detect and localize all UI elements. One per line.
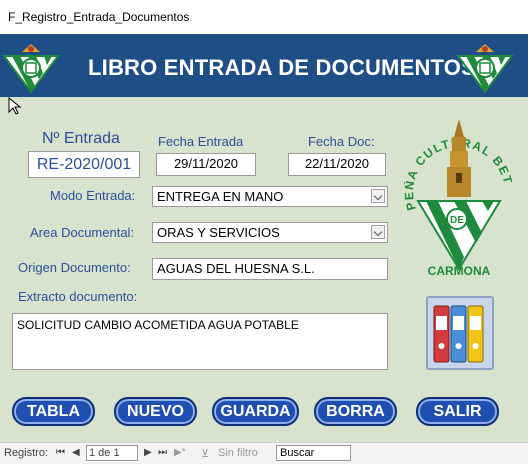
modo-entrada-value: ENTREGA EN MANO: [157, 189, 284, 204]
extracto-documento-label: Extracto documento:: [18, 289, 138, 304]
fecha-doc-label: Fecha Doc:: [308, 134, 375, 149]
modo-entrada-select[interactable]: ENTREGA EN MANO: [152, 186, 388, 207]
nuevo-button[interactable]: NUEVO: [114, 397, 197, 426]
modo-entrada-label: Modo Entrada:: [50, 188, 136, 203]
area-documental-select[interactable]: ORAS Y SERVICIOS: [152, 222, 388, 243]
chevron-down-icon[interactable]: [371, 189, 385, 203]
new-record-icon[interactable]: ▶*: [174, 447, 186, 458]
form-header: LIBRO ENTRADA DE DOCUMENTOS: [0, 34, 528, 97]
search-field[interactable]: Buscar: [276, 445, 351, 461]
sin-filtro-label[interactable]: Sin filtro: [218, 447, 258, 459]
borra-button[interactable]: BORRA: [314, 397, 397, 426]
record-navigation-bar: Registro: ⏮ ◀ 1 de 1 ▶ ⏭ ▶* ⊻ Sin filtro…: [0, 442, 528, 464]
logo-de-text: DE: [450, 215, 464, 226]
last-record-icon[interactable]: ⏭: [158, 447, 167, 458]
registro-label: Registro:: [4, 447, 49, 459]
origen-documento-label: Origen Documento:: [18, 260, 131, 275]
binders-icon: [433, 305, 484, 363]
extracto-documento-field[interactable]: SOLICITUD CAMBIO ACOMETIDA AGUA POTABLE: [12, 313, 388, 370]
area-documental-value: ORAS Y SERVICIOS: [157, 225, 280, 240]
numero-entrada-field[interactable]: RE-2020/001: [28, 151, 140, 178]
numero-entrada-label: Nº Entrada: [42, 130, 120, 147]
window-title: F_Registro_Entrada_Documentos: [8, 10, 190, 24]
guarda-button[interactable]: GUARDA: [212, 397, 299, 426]
next-record-icon[interactable]: ▶: [144, 447, 152, 458]
fecha-entrada-label: Fecha Entrada: [158, 134, 244, 149]
logo-city-text: CARMONA: [428, 264, 491, 277]
betis-crest-icon: [2, 44, 60, 94]
filter-icon: ⊻: [201, 448, 210, 460]
pena-cultural-betica-logo-icon: PEÑA CULTURAL BETICA DE CARMONA: [404, 105, 514, 277]
origen-documento-field[interactable]: AGUAS DEL HUESNA S.L.: [152, 258, 388, 280]
chevron-down-icon[interactable]: [371, 225, 385, 239]
tabla-button[interactable]: TABLA: [12, 397, 95, 426]
area-documental-label: Area Documental:: [30, 225, 135, 240]
first-record-icon[interactable]: ⏮: [56, 447, 65, 458]
mouse-cursor-icon: [8, 97, 22, 115]
archive-binders-button[interactable]: [426, 296, 494, 370]
page-title: LIBRO ENTRADA DE DOCUMENTOS: [88, 55, 476, 80]
fecha-doc-field[interactable]: 22/11/2020: [288, 153, 386, 176]
betis-crest-icon: [456, 44, 514, 94]
window-titlebar: F_Registro_Entrada_Documentos: [0, 0, 528, 35]
record-number-field[interactable]: 1 de 1: [86, 445, 138, 461]
salir-button[interactable]: SALIR: [416, 397, 499, 426]
fecha-entrada-field[interactable]: 29/11/2020: [156, 153, 256, 176]
prev-record-icon[interactable]: ◀: [72, 447, 80, 458]
